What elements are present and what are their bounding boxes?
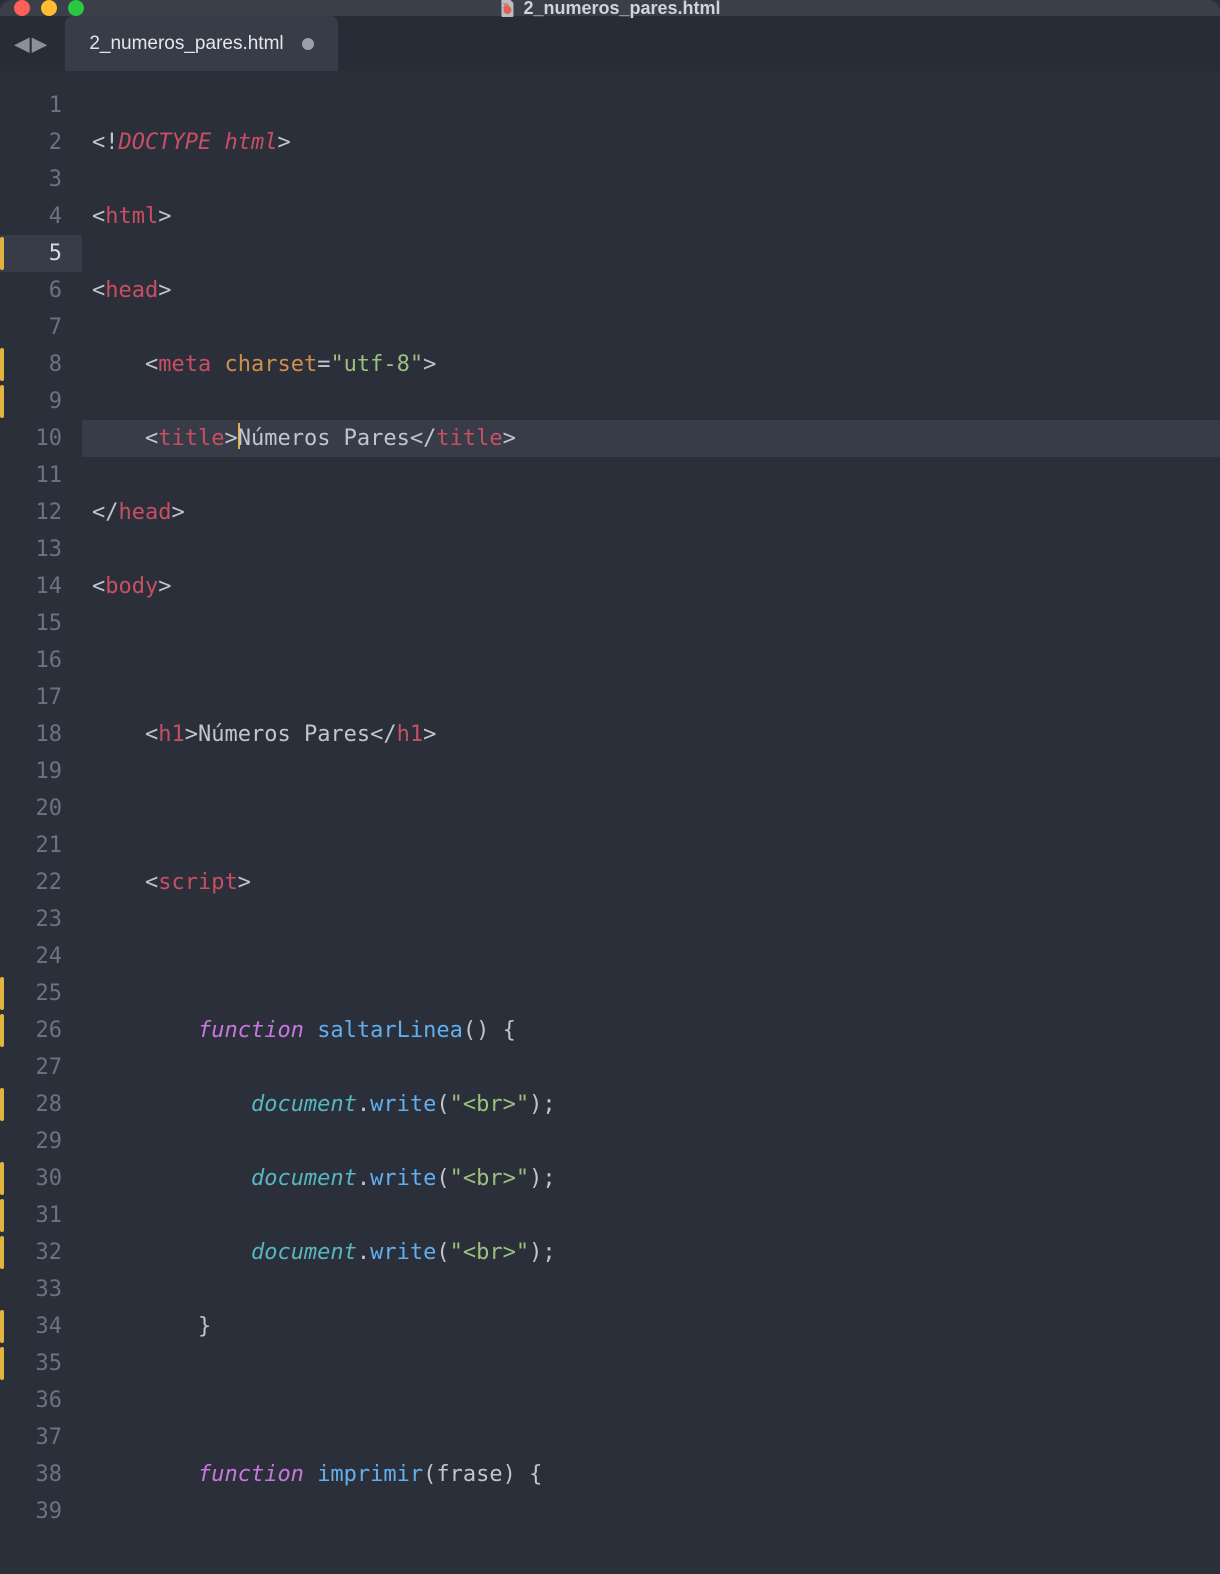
line-number: 22 xyxy=(0,864,82,901)
line-number: 25 xyxy=(0,975,82,1012)
line-number: 3 xyxy=(0,161,82,198)
line-number: 27 xyxy=(0,1049,82,1086)
line-number: 28 xyxy=(0,1086,82,1123)
line-number: 7 xyxy=(0,309,82,346)
code-line: <body> xyxy=(82,568,1220,605)
code-line xyxy=(82,1530,1220,1567)
nav-forward-icon[interactable]: ▶ xyxy=(32,29,48,59)
line-number-gutter: 1 2 3 4 5 6 7 8 9 10 11 12 13 14 15 16 1… xyxy=(0,71,82,1574)
code-line: <html> xyxy=(82,198,1220,235)
code-line: document.write("<br>"); xyxy=(82,1234,1220,1271)
code-line xyxy=(82,938,1220,975)
line-number: 13 xyxy=(0,531,82,568)
modified-indicator-icon xyxy=(302,38,314,50)
line-number: 10 xyxy=(0,420,82,457)
line-number: 8 xyxy=(0,346,82,383)
window-title-text: 2_numeros_pares.html xyxy=(523,0,720,19)
line-number: 5 xyxy=(0,235,82,272)
line-number: 39 xyxy=(0,1493,82,1530)
line-number: 15 xyxy=(0,605,82,642)
nav-back-icon[interactable]: ◀ xyxy=(14,29,30,59)
line-number: 33 xyxy=(0,1271,82,1308)
code-line: document.write("<br>"); xyxy=(82,1160,1220,1197)
code-line: <!DOCTYPE html> xyxy=(82,124,1220,161)
line-number: 17 xyxy=(0,679,82,716)
code-line xyxy=(82,1382,1220,1419)
line-number: 24 xyxy=(0,938,82,975)
line-number: 1 xyxy=(0,87,82,124)
line-number: 4 xyxy=(0,198,82,235)
line-number: 36 xyxy=(0,1382,82,1419)
line-number: 6 xyxy=(0,272,82,309)
code-line: <head> xyxy=(82,272,1220,309)
code-line xyxy=(82,790,1220,827)
code-content[interactable]: <!DOCTYPE html> <html> <head> <meta char… xyxy=(82,71,1220,1574)
line-number: 19 xyxy=(0,753,82,790)
line-number: 34 xyxy=(0,1308,82,1345)
code-line: <h1>Números Pares</h1> xyxy=(82,716,1220,753)
line-number: 9 xyxy=(0,383,82,420)
line-number: 37 xyxy=(0,1419,82,1456)
close-icon[interactable] xyxy=(14,0,30,16)
minimize-icon[interactable] xyxy=(41,0,57,16)
line-number: 14 xyxy=(0,568,82,605)
code-line: <title>Números Pares</title> xyxy=(82,420,1220,457)
code-line xyxy=(82,642,1220,679)
line-number: 12 xyxy=(0,494,82,531)
zoom-icon[interactable] xyxy=(68,0,84,16)
line-number: 35 xyxy=(0,1345,82,1382)
line-number: 26 xyxy=(0,1012,82,1049)
editor-area[interactable]: 1 2 3 4 5 6 7 8 9 10 11 12 13 14 15 16 1… xyxy=(0,71,1220,1574)
nav-arrows: ◀ ▶ xyxy=(14,29,47,59)
window-controls xyxy=(14,0,84,16)
line-number: 38 xyxy=(0,1456,82,1493)
code-line: <meta charset="utf-8"> xyxy=(82,346,1220,383)
tab-label: 2_numeros_pares.html xyxy=(89,33,283,55)
code-line: } xyxy=(82,1308,1220,1345)
line-number: 21 xyxy=(0,827,82,864)
code-line: </head> xyxy=(82,494,1220,531)
line-number: 11 xyxy=(0,457,82,494)
line-number: 16 xyxy=(0,642,82,679)
code-line: document.write("<br>"); xyxy=(82,1086,1220,1123)
code-line: <script> xyxy=(82,864,1220,901)
code-line: function saltarLinea() { xyxy=(82,1012,1220,1049)
tab-file[interactable]: 2_numeros_pares.html xyxy=(65,16,337,71)
line-number: 31 xyxy=(0,1197,82,1234)
line-number: 29 xyxy=(0,1123,82,1160)
editor-window: 2_numeros_pares.html ◀ ▶ 2_numeros_pares… xyxy=(0,0,1220,1574)
line-number: 18 xyxy=(0,716,82,753)
line-number: 30 xyxy=(0,1160,82,1197)
titlebar: 2_numeros_pares.html xyxy=(0,0,1220,16)
window-title: 2_numeros_pares.html xyxy=(499,0,720,19)
line-number: 32 xyxy=(0,1234,82,1271)
tab-bar: ◀ ▶ 2_numeros_pares.html xyxy=(0,16,1220,71)
code-line: function imprimir(frase) { xyxy=(82,1456,1220,1493)
file-icon xyxy=(499,0,515,18)
line-number: 20 xyxy=(0,790,82,827)
line-number: 2 xyxy=(0,124,82,161)
line-number: 23 xyxy=(0,901,82,938)
